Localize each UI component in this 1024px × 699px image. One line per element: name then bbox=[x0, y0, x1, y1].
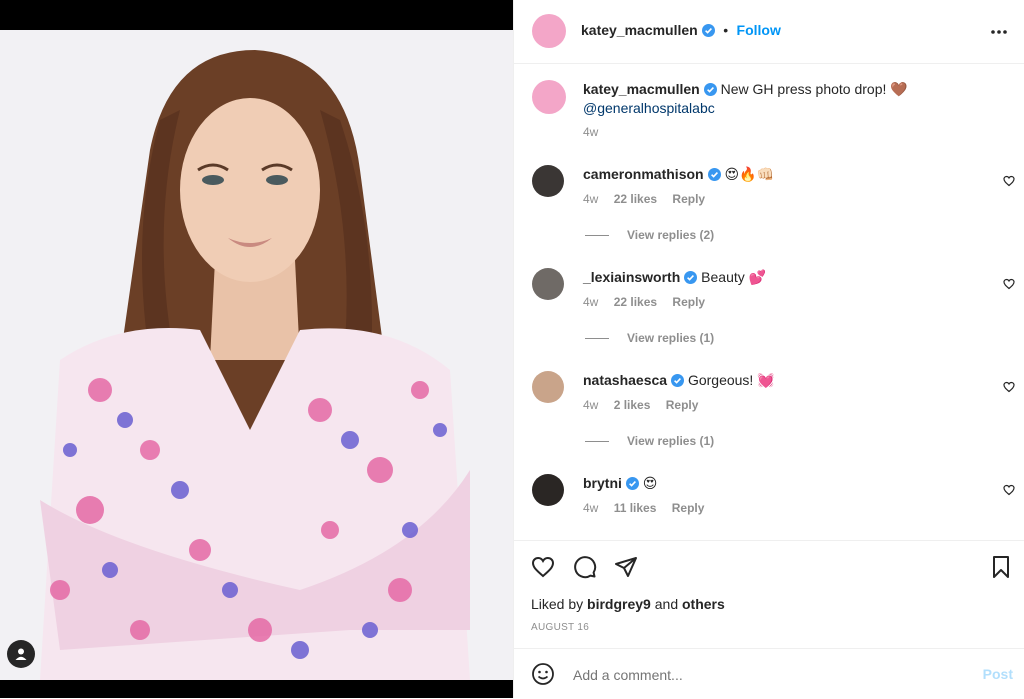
liked-by-and: and bbox=[654, 596, 679, 612]
author-avatar[interactable] bbox=[532, 14, 566, 48]
comment-text-line: brytni 😍 bbox=[583, 475, 657, 493]
follow-button[interactable]: Follow bbox=[737, 22, 781, 38]
commenter-avatar[interactable] bbox=[532, 165, 564, 197]
comment-meta: 4w 22 likes Reply bbox=[583, 295, 717, 309]
caption-avatar[interactable] bbox=[532, 80, 566, 114]
reply-button[interactable]: Reply bbox=[672, 501, 705, 515]
caption-text-line: katey_macmullen New GH press photo drop!… bbox=[583, 81, 908, 99]
comment-text-line: cameronmathison 😍🔥👊🏻 bbox=[583, 166, 774, 184]
post-side-panel: katey_macmullen • Follow katey_macmullen… bbox=[513, 0, 1024, 698]
caption-emoji: 🤎 bbox=[890, 82, 908, 98]
comment-time[interactable]: 4w bbox=[583, 501, 598, 515]
verified-badge-icon bbox=[701, 24, 715, 42]
commenter-avatar[interactable] bbox=[532, 474, 564, 506]
view-replies-button[interactable]: View replies (2) bbox=[585, 228, 714, 242]
like-comment-heart-icon[interactable] bbox=[1003, 483, 1015, 501]
commenter-avatar[interactable] bbox=[532, 371, 564, 403]
commenter-username[interactable]: _lexiainsworth bbox=[583, 269, 680, 285]
liked-by-prefix: Liked by bbox=[531, 596, 584, 612]
comment-text-line: natashaesca Gorgeous! 💓 bbox=[583, 372, 775, 390]
commenter-username[interactable]: brytni bbox=[583, 475, 622, 491]
add-comment-bar: Post bbox=[514, 648, 1024, 699]
verified-badge-icon bbox=[684, 271, 698, 287]
verified-badge-icon bbox=[625, 477, 639, 493]
commenter-username[interactable]: natashaesca bbox=[583, 372, 667, 388]
reply-button[interactable]: Reply bbox=[672, 192, 705, 206]
caption-mention[interactable]: @generalhospitalabc bbox=[583, 100, 715, 116]
comment-likes[interactable]: 11 likes bbox=[614, 501, 657, 515]
reply-button[interactable]: Reply bbox=[666, 398, 699, 412]
view-replies-button[interactable]: View replies (1) bbox=[585, 434, 714, 448]
comment-item: cameronmathison 😍🔥👊🏻 4w 22 likes Reply V… bbox=[514, 155, 1024, 255]
tagged-users-button[interactable] bbox=[7, 640, 35, 668]
view-replies-button[interactable]: View replies (1) bbox=[585, 331, 714, 345]
liked-by-others[interactable]: others bbox=[682, 596, 725, 612]
post-date[interactable]: AUGUST 16 bbox=[531, 622, 589, 633]
save-bookmark-icon[interactable] bbox=[989, 555, 1013, 584]
post-photo[interactable] bbox=[0, 30, 513, 680]
user-icon bbox=[15, 648, 27, 660]
like-heart-icon[interactable] bbox=[531, 555, 555, 584]
commenter-avatar[interactable] bbox=[532, 268, 564, 300]
emoji-picker-icon[interactable] bbox=[531, 662, 555, 691]
like-comment-heart-icon[interactable] bbox=[1003, 174, 1015, 192]
comment-emoji: 💓 bbox=[757, 373, 775, 389]
comment-likes[interactable]: 2 likes bbox=[614, 398, 651, 412]
comment-text: Beauty bbox=[701, 269, 745, 285]
comment-bubble-icon[interactable] bbox=[573, 555, 597, 584]
comment-meta: 4w 22 likes Reply bbox=[583, 192, 717, 206]
commenter-username[interactable]: cameronmathison bbox=[583, 166, 704, 182]
comment-likes[interactable]: 22 likes bbox=[614, 295, 657, 309]
comment-likes[interactable]: 22 likes bbox=[614, 192, 657, 206]
comment-emoji: 😍🔥👊🏻 bbox=[724, 167, 774, 183]
caption-username[interactable]: katey_macmullen bbox=[583, 81, 700, 97]
comment-text-line: _lexiainsworth Beauty 💕 bbox=[583, 269, 766, 287]
reply-button[interactable]: Reply bbox=[672, 295, 705, 309]
caption: katey_macmullen New GH press photo drop!… bbox=[514, 70, 1024, 150]
comment-text: Gorgeous! bbox=[687, 372, 754, 388]
comment-input[interactable] bbox=[571, 663, 955, 687]
comment-emoji: 💕 bbox=[748, 270, 767, 286]
comment-item: brytni 😍 4w 11 likes Reply bbox=[514, 464, 1024, 534]
comment-item: _lexiainsworth Beauty 💕 4w 22 likes Repl… bbox=[514, 258, 1024, 358]
like-comment-heart-icon[interactable] bbox=[1003, 277, 1015, 295]
comment-time[interactable]: 4w bbox=[583, 192, 598, 206]
author-line: katey_macmullen • Follow bbox=[581, 22, 781, 42]
author-username[interactable]: katey_macmullen bbox=[581, 22, 698, 38]
share-paper-plane-icon[interactable] bbox=[614, 555, 638, 584]
liked-by-line: Liked by birdgrey9 and others bbox=[531, 596, 725, 612]
comment-meta: 4w 2 likes Reply bbox=[583, 398, 710, 412]
verified-badge-icon bbox=[671, 374, 685, 390]
liked-by-user[interactable]: birdgrey9 bbox=[587, 596, 651, 612]
more-options-icon[interactable] bbox=[989, 22, 1009, 47]
portrait-illustration bbox=[0, 30, 513, 680]
comment-item: natashaesca Gorgeous! 💓 4w 2 likes Reply… bbox=[514, 361, 1024, 461]
caption-text: New GH press photo drop! bbox=[720, 81, 887, 97]
like-comment-heart-icon[interactable] bbox=[1003, 380, 1015, 398]
post-header: katey_macmullen • Follow bbox=[514, 0, 1024, 64]
caption-time[interactable]: 4w bbox=[583, 125, 598, 139]
post-comment-button[interactable]: Post bbox=[983, 666, 1013, 682]
comment-time[interactable]: 4w bbox=[583, 295, 598, 309]
separator-dot: • bbox=[723, 22, 729, 38]
comment-time[interactable]: 4w bbox=[583, 398, 598, 412]
post-image-pane bbox=[0, 0, 513, 698]
comment-meta: 4w 11 likes Reply bbox=[583, 501, 716, 515]
comment-emoji: 😍 bbox=[642, 476, 658, 492]
verified-badge-icon bbox=[703, 83, 717, 99]
verified-badge-icon bbox=[707, 168, 721, 184]
